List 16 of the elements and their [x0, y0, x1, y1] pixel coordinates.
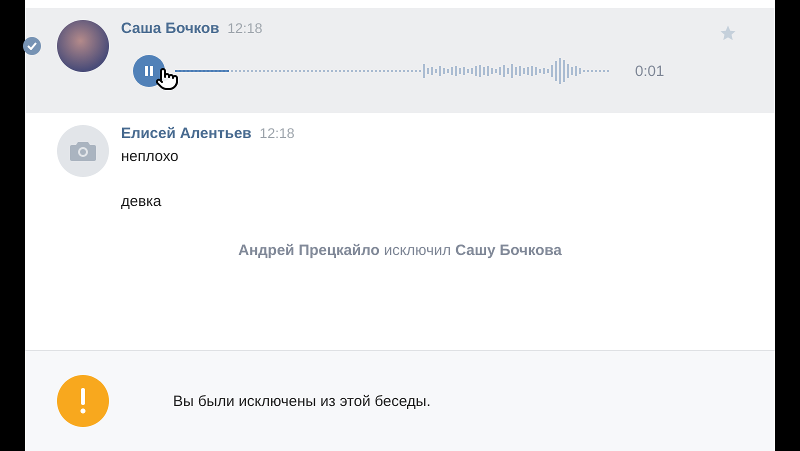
avatar-photo-placeholder[interactable]: [57, 20, 109, 72]
hand-cursor-icon: [155, 67, 179, 91]
warning-icon: [57, 375, 109, 427]
message-row[interactable]: Саша Бочков 12:18 0:01: [25, 8, 775, 113]
star-icon[interactable]: [719, 24, 737, 42]
pause-icon: [143, 65, 155, 77]
message-text: неплохо: [121, 148, 180, 165]
check-icon[interactable]: [23, 37, 41, 55]
notice-text: Вы были исключены из этой беседы.: [173, 392, 431, 410]
voice-duration: 0:01: [635, 62, 664, 80]
author-name[interactable]: Елисей Алентьев: [121, 125, 252, 142]
message-time: 12:18: [260, 125, 295, 141]
message-time: 12:18: [227, 20, 262, 36]
service-message: Андрей Прецкайло исключил Сашу Бочкова: [238, 242, 562, 259]
message-text: девка: [121, 193, 162, 210]
author-name[interactable]: Саша Бочков: [121, 20, 220, 37]
